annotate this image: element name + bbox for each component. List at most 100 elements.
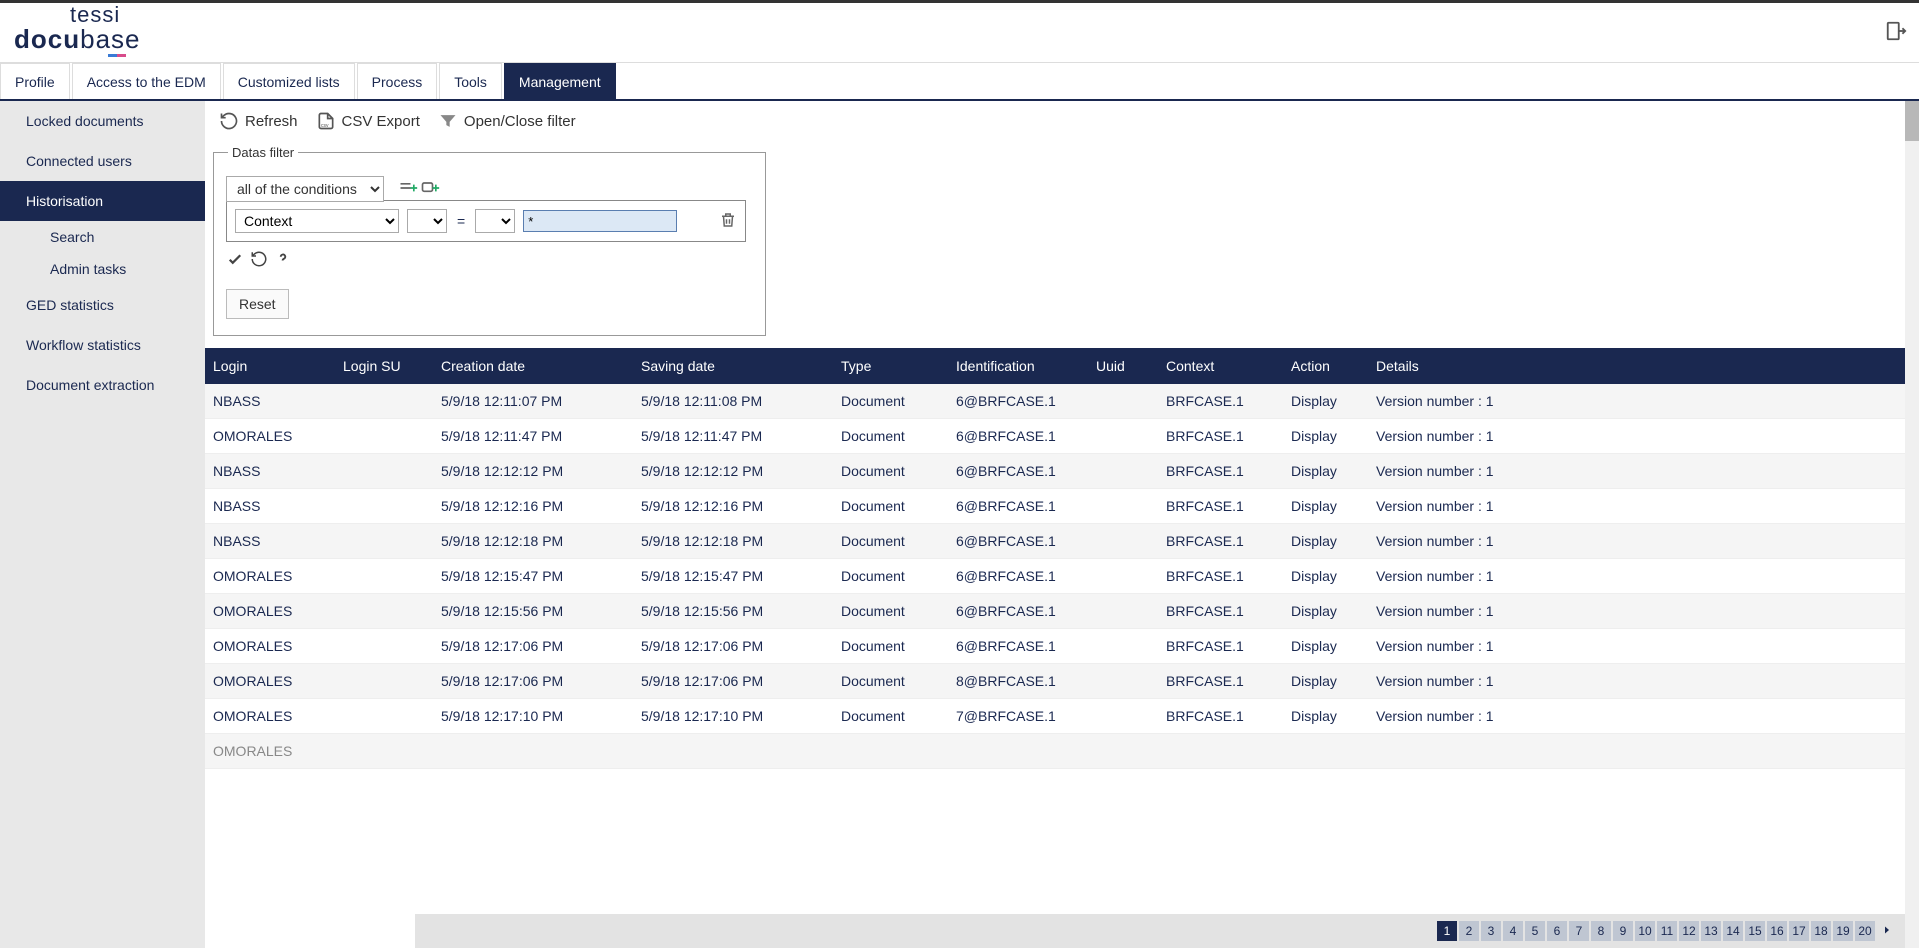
table-row[interactable]: NBASS5/9/18 12:12:16 PM5/9/18 12:12:16 P… xyxy=(205,489,1905,524)
cell-details: Version number : 1 xyxy=(1368,559,1905,594)
table-row[interactable]: OMORALES5/9/18 12:11:47 PM5/9/18 12:11:4… xyxy=(205,419,1905,454)
rule-op-select[interactable] xyxy=(475,209,515,233)
sidebar-item-admin-tasks[interactable]: Admin tasks xyxy=(0,253,205,285)
topnav-tools[interactable]: Tools xyxy=(439,63,502,99)
topnav-management[interactable]: Management xyxy=(504,63,616,99)
toggle-filter-button[interactable]: Open/Close filter xyxy=(432,107,582,135)
page-10[interactable]: 10 xyxy=(1635,921,1655,941)
table-row[interactable]: OMORALES xyxy=(205,734,1905,769)
topnav-profile[interactable]: Profile xyxy=(0,63,70,99)
table-row[interactable]: OMORALES5/9/18 12:17:10 PM5/9/18 12:17:1… xyxy=(205,699,1905,734)
page-12[interactable]: 12 xyxy=(1679,921,1699,941)
refresh-filter-icon[interactable] xyxy=(250,250,268,271)
header: tessi docubase xyxy=(0,3,1919,63)
rule-field-select[interactable]: Context xyxy=(235,209,399,233)
rule-operator-label: = xyxy=(455,213,467,229)
table-row[interactable]: NBASS5/9/18 12:12:18 PM5/9/18 12:12:18 P… xyxy=(205,524,1905,559)
page-2[interactable]: 2 xyxy=(1459,921,1479,941)
col-header-action[interactable]: Action xyxy=(1283,348,1368,384)
col-header-identification[interactable]: Identification xyxy=(948,348,1088,384)
cell-loginsu xyxy=(335,454,433,489)
table-row[interactable]: OMORALES5/9/18 12:15:56 PM5/9/18 12:15:5… xyxy=(205,594,1905,629)
cell-sdate: 5/9/18 12:17:06 PM xyxy=(633,664,833,699)
sidebar-item-historisation[interactable]: Historisation xyxy=(0,181,205,221)
page-1[interactable]: 1 xyxy=(1437,921,1457,941)
cell-sdate: 5/9/18 12:17:06 PM xyxy=(633,629,833,664)
reset-button[interactable]: Reset xyxy=(226,289,289,319)
sidebar-item-connected-users[interactable]: Connected users xyxy=(0,141,205,181)
page-18[interactable]: 18 xyxy=(1811,921,1831,941)
cell-uuid xyxy=(1088,384,1158,419)
vertical-scrollbar[interactable] xyxy=(1905,101,1919,948)
table-row[interactable]: OMORALES5/9/18 12:17:06 PM5/9/18 12:17:0… xyxy=(205,664,1905,699)
cell-details: Version number : 1 xyxy=(1368,629,1905,664)
table-row[interactable]: NBASS5/9/18 12:11:07 PM5/9/18 12:11:08 P… xyxy=(205,384,1905,419)
col-header-type[interactable]: Type xyxy=(833,348,948,384)
table-row[interactable]: NBASS5/9/18 12:12:12 PM5/9/18 12:12:12 P… xyxy=(205,454,1905,489)
col-header-creation-date[interactable]: Creation date xyxy=(433,348,633,384)
col-header-login[interactable]: Login xyxy=(205,348,335,384)
cell-context: BRFCASE.1 xyxy=(1158,594,1283,629)
topnav-process[interactable]: Process xyxy=(357,63,438,99)
svg-text:csv: csv xyxy=(321,123,329,129)
table-row[interactable]: OMORALES5/9/18 12:17:06 PM5/9/18 12:17:0… xyxy=(205,629,1905,664)
cell-context: BRFCASE.1 xyxy=(1158,384,1283,419)
page-14[interactable]: 14 xyxy=(1723,921,1743,941)
page-9[interactable]: 9 xyxy=(1613,921,1633,941)
col-header-saving-date[interactable]: Saving date xyxy=(633,348,833,384)
col-header-details[interactable]: Details xyxy=(1368,348,1905,384)
refresh-button[interactable]: Refresh xyxy=(213,107,304,135)
apply-filter-icon[interactable] xyxy=(226,250,244,271)
rule-value-input[interactable] xyxy=(523,210,677,232)
cell-loginsu xyxy=(335,419,433,454)
add-group-icon[interactable] xyxy=(420,179,440,200)
condition-mode-select[interactable]: all of the conditions xyxy=(226,176,384,202)
page-8[interactable]: 8 xyxy=(1591,921,1611,941)
cell-ident: 6@BRFCASE.1 xyxy=(948,454,1088,489)
topnav-customized-lists[interactable]: Customized lists xyxy=(223,63,355,99)
add-rule-icon[interactable] xyxy=(398,179,418,200)
col-header-login-su[interactable]: Login SU xyxy=(335,348,433,384)
scrollbar-thumb[interactable] xyxy=(1905,101,1919,141)
page-3[interactable]: 3 xyxy=(1481,921,1501,941)
page-7[interactable]: 7 xyxy=(1569,921,1589,941)
sidebar-item-ged-statistics[interactable]: GED statistics xyxy=(0,285,205,325)
cell-loginsu xyxy=(335,559,433,594)
page-13[interactable]: 13 xyxy=(1701,921,1721,941)
csv-export-button[interactable]: csv CSV Export xyxy=(310,107,426,135)
delete-rule-button[interactable] xyxy=(719,211,737,232)
logout-icon[interactable] xyxy=(1885,20,1907,42)
logo-underline xyxy=(108,54,126,57)
cell-sdate: 5/9/18 12:12:16 PM xyxy=(633,489,833,524)
cell-details: Version number : 1 xyxy=(1368,664,1905,699)
rule-blank-select[interactable] xyxy=(407,209,447,233)
page-4[interactable]: 4 xyxy=(1503,921,1523,941)
page-16[interactable]: 16 xyxy=(1767,921,1787,941)
sidebar-item-document-extraction[interactable]: Document extraction xyxy=(0,365,205,405)
page-11[interactable]: 11 xyxy=(1657,921,1677,941)
topnav-access-to-the-edm[interactable]: Access to the EDM xyxy=(72,63,221,99)
cell-context: BRFCASE.1 xyxy=(1158,454,1283,489)
sidebar-item-locked-documents[interactable]: Locked documents xyxy=(0,101,205,141)
page-19[interactable]: 19 xyxy=(1833,921,1853,941)
sidebar-item-search[interactable]: Search xyxy=(0,221,205,253)
cell-type: Document xyxy=(833,419,948,454)
cell-action: Display xyxy=(1283,664,1368,699)
cell-context: BRFCASE.1 xyxy=(1158,699,1283,734)
page-15[interactable]: 15 xyxy=(1745,921,1765,941)
cell-cdate: 5/9/18 12:11:47 PM xyxy=(433,419,633,454)
trash-icon xyxy=(719,211,737,229)
page-17[interactable]: 17 xyxy=(1789,921,1809,941)
page-20[interactable]: 20 xyxy=(1855,921,1875,941)
table-row[interactable]: OMORALES5/9/18 12:15:47 PM5/9/18 12:15:4… xyxy=(205,559,1905,594)
logo-line2: docubase xyxy=(14,26,141,52)
help-icon[interactable] xyxy=(274,250,292,271)
page-5[interactable]: 5 xyxy=(1525,921,1545,941)
cell-uuid xyxy=(1088,629,1158,664)
cell-ident: 6@BRFCASE.1 xyxy=(948,384,1088,419)
sidebar-item-workflow-statistics[interactable]: Workflow statistics xyxy=(0,325,205,365)
page-next[interactable] xyxy=(1877,923,1897,939)
col-header-uuid[interactable]: Uuid xyxy=(1088,348,1158,384)
col-header-context[interactable]: Context xyxy=(1158,348,1283,384)
page-6[interactable]: 6 xyxy=(1547,921,1567,941)
